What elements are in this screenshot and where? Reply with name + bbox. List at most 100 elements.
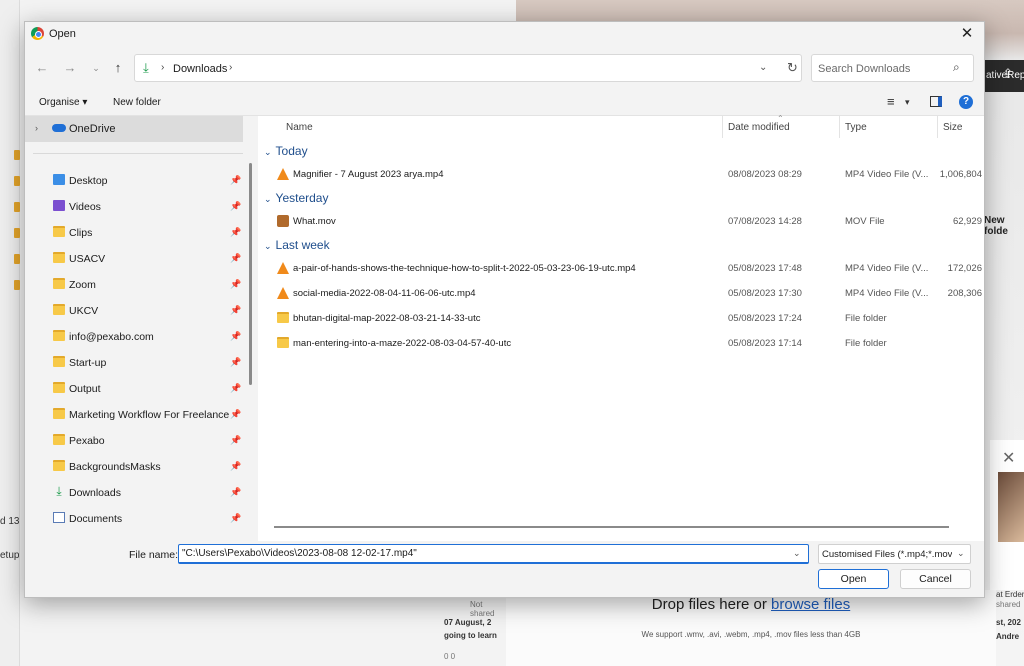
back-button[interactable]: ← (33, 60, 51, 76)
file-size: 208,306 (947, 288, 982, 299)
chevron-down-icon[interactable]: ⌄ (264, 241, 272, 251)
column-divider[interactable] (937, 116, 938, 138)
search-box[interactable]: ⌕ (811, 54, 974, 82)
pin-icon: 📌 (230, 175, 242, 185)
sidebar-item-label: Videos (69, 201, 101, 213)
file-name-value[interactable]: "C:\Users\Pexabo\Videos\2023-08-08 12-02… (182, 548, 417, 559)
sidebar-item-usacv[interactable]: USACV 📌 (25, 246, 243, 272)
close-button[interactable]: ✕ (955, 24, 979, 44)
column-header-size[interactable]: Size (943, 116, 962, 140)
chevron-down-icon[interactable]: ⌄ (793, 548, 801, 559)
folder-icon (53, 252, 65, 263)
sidebar-item-label: Clips (69, 227, 93, 239)
sidebar-item-info-pexabo[interactable]: info@pexabo.com 📌 (25, 324, 243, 350)
chevron-down-icon[interactable]: ▾ (905, 97, 910, 108)
chrome-icon (31, 27, 44, 40)
group-header-today[interactable]: ⌄ Today (264, 144, 308, 158)
desktop-icon (53, 174, 65, 185)
upload-dropzone[interactable]: Drop files here or browse files We suppo… (506, 590, 996, 666)
file-name: social-media-2022-08-04-11-06-06-utc.mp4 (293, 288, 476, 299)
sidebar-scrollbar[interactable] (249, 163, 252, 385)
recent-locations-button[interactable]: ⌄ (87, 60, 105, 76)
address-bar[interactable]: ⤓ › Downloads › ⌄ ↻ (134, 54, 802, 82)
sidebar-item-pexabo[interactable]: Pexabo 📌 (25, 428, 243, 454)
file-size: 1,006,804 (939, 169, 982, 180)
sidebar-item-documents[interactable]: Documents 📌 (25, 506, 243, 532)
background-text: etup (0, 550, 20, 561)
sidebar-item-clips[interactable]: Clips 📌 (25, 220, 243, 246)
folder-icon (53, 356, 65, 367)
file-date: 05/08/2023 17:48 (728, 263, 802, 274)
folder-icon (53, 304, 65, 315)
file-type: File folder (845, 313, 887, 324)
open-button[interactable]: Open (818, 569, 889, 589)
sidebar-item-marketing-workflow[interactable]: Marketing Workflow For Freelancers ( 📌 (25, 402, 243, 428)
table-row[interactable]: Magnifier - 7 August 2023 arya.mp4 08/08… (258, 163, 984, 187)
column-header-name[interactable]: Name (286, 116, 313, 140)
chevron-down-icon[interactable]: ⌄ (759, 62, 767, 73)
preview-pane-icon[interactable] (930, 96, 942, 107)
sidebar-item-backgroundsmasks[interactable]: BackgroundsMasks 📌 (25, 454, 243, 480)
table-row[interactable]: bhutan-digital-map-2022-08-03-21-14-33-u… (258, 307, 984, 331)
help-icon[interactable]: ? (959, 95, 973, 109)
sidebar-item-start-up[interactable]: Start-up 📌 (25, 350, 243, 376)
new-folder-button[interactable]: New folder (113, 97, 161, 108)
file-list: Name ⌃ Date modified Type Size ⌄ Today Ma… (258, 114, 984, 541)
sidebar-item-downloads[interactable]: ⤓ Downloads 📌 (25, 480, 243, 506)
sidebar-item-label: Start-up (69, 357, 107, 369)
file-type-filter[interactable]: Customised Files (*.mp4;*.mov; ⌄ (818, 544, 971, 564)
search-icon[interactable]: ⌕ (953, 60, 960, 75)
cloud-icon (52, 124, 66, 132)
horizontal-scrollbar[interactable] (274, 526, 949, 528)
cancel-button[interactable]: Cancel (900, 569, 971, 589)
folder-icon (14, 202, 20, 212)
card-text: st, 202 (996, 618, 1021, 627)
organise-menu[interactable]: Organise ▾ (39, 97, 87, 108)
column-header-date[interactable]: Date modified (728, 116, 790, 140)
column-header-type[interactable]: Type (845, 116, 867, 140)
group-header-yesterday[interactable]: ⌄ Yesterday (264, 191, 328, 205)
table-row[interactable]: What.mov 07/08/2023 14:28 MOV File 62,92… (258, 210, 984, 234)
sidebar-item-ukcv[interactable]: UKCV 📌 (25, 298, 243, 324)
file-date: 05/08/2023 17:24 (728, 313, 802, 324)
table-row[interactable]: man-entering-into-a-maze-2022-08-03-04-5… (258, 332, 984, 356)
breadcrumb-downloads[interactable]: Downloads (173, 63, 227, 75)
sidebar-item-zoom[interactable]: Zoom 📌 (25, 272, 243, 298)
file-type: File folder (845, 338, 887, 349)
search-input[interactable] (818, 61, 948, 77)
chevron-right-icon[interactable]: › (35, 123, 38, 133)
share-icon: ⇪ (1002, 66, 1014, 81)
table-row[interactable]: a-pair-of-hands-shows-the-technique-how-… (258, 257, 984, 281)
sidebar-item-onedrive[interactable]: › OneDrive (25, 116, 243, 142)
card-text: at Erden (996, 590, 1024, 599)
chevron-right-icon[interactable]: › (229, 62, 232, 73)
sidebar-item-label: Pexabo (69, 435, 105, 447)
group-label: Yesterday (275, 191, 329, 205)
card-text: Andre (996, 632, 1020, 641)
chevron-down-icon[interactable]: ⌄ (957, 548, 984, 559)
close-icon[interactable]: ✕ (1002, 448, 1015, 468)
folder-icon (53, 278, 65, 289)
sidebar-item-output[interactable]: Output 📌 (25, 376, 243, 402)
sidebar-item-label: Output (69, 383, 101, 395)
folder-icon (14, 228, 20, 238)
column-divider[interactable] (839, 116, 840, 138)
forward-button[interactable]: → (61, 60, 79, 76)
column-divider[interactable] (722, 116, 723, 138)
sidebar-item-videos[interactable]: Videos 📌 (25, 194, 243, 220)
refresh-icon[interactable]: ↻ (787, 60, 798, 76)
table-row[interactable]: social-media-2022-08-04-11-06-06-utc.mp4… (258, 282, 984, 306)
view-options-icon[interactable]: ≡ (887, 94, 895, 109)
file-name-label: File name: (129, 549, 179, 561)
sidebar-item-desktop[interactable]: Desktop 📌 (25, 168, 243, 194)
browse-files-link[interactable]: browse files (771, 596, 850, 613)
chevron-right-icon: › (161, 62, 165, 73)
up-button[interactable]: ↑ (109, 60, 127, 76)
sidebar-item-label: Desktop (69, 175, 108, 187)
chevron-down-icon[interactable]: ⌄ (264, 147, 272, 157)
chevron-down-icon[interactable]: ⌄ (264, 194, 272, 204)
file-name-input[interactable]: "C:\Users\Pexabo\Videos\2023-08-08 12-02… (178, 544, 809, 564)
group-header-last-week[interactable]: ⌄ Last week (264, 238, 330, 252)
sidebar-item-label: OneDrive (69, 123, 116, 135)
file-date: 05/08/2023 17:30 (728, 288, 802, 299)
